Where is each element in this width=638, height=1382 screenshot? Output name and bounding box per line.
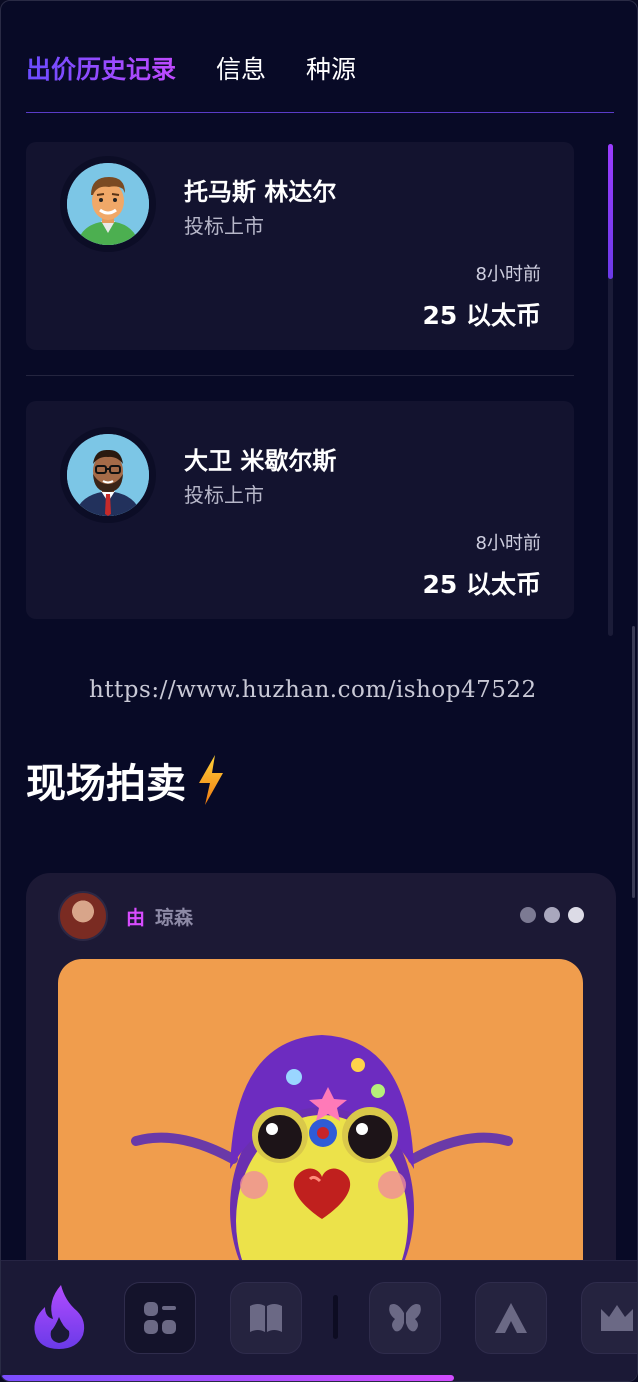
by-label: 由 [126, 907, 146, 929]
book-button[interactable] [230, 1282, 302, 1354]
list-divider [26, 375, 574, 376]
bid-amount: 25 以太币 [422, 301, 542, 330]
tab-divider [26, 112, 614, 113]
creator-name[interactable]: 琼森 [155, 903, 193, 930]
dock-separator [333, 1295, 338, 1339]
bid-action: 投标上市 [184, 483, 264, 507]
a-triangle-button[interactable] [475, 1282, 547, 1354]
scroll-progress-bar [1, 1375, 454, 1381]
butterfly-icon [389, 1304, 421, 1332]
live-auction-heading: 现场拍卖 [26, 751, 226, 809]
dashboard-icon [144, 1302, 176, 1334]
crown-button[interactable] [581, 1282, 637, 1354]
more-options-icon[interactable] [520, 907, 584, 923]
bidder-name: 大卫 米歇尔斯 [184, 447, 337, 475]
tab-provenance[interactable]: 种源 [306, 53, 356, 87]
app-frame: 出价历史记录 信息 种源 托马斯 林达尔 投标上市 8小时前 25 以太币 大卫… [0, 0, 638, 1382]
live-auction-title: 现场拍卖 [26, 761, 186, 807]
dot [568, 907, 584, 923]
detail-tabs: 出价历史记录 信息 种源 [26, 53, 356, 87]
man-orange-shirt-avatar-icon [67, 163, 149, 245]
creator-avatar[interactable] [58, 891, 108, 941]
a-triangle-icon [495, 1303, 527, 1333]
tab-bid-history[interactable]: 出价历史记录 [26, 53, 176, 87]
dot [520, 907, 536, 923]
dot [544, 907, 560, 923]
flame-logo-icon[interactable] [31, 1283, 87, 1351]
bid-card[interactable]: 托马斯 林达尔 投标上市 8小时前 25 以太币 [26, 142, 574, 350]
dashboard-button[interactable] [124, 1282, 196, 1354]
bidder-name: 托马斯 林达尔 [184, 178, 337, 206]
man-suit-glasses-avatar-icon [67, 434, 149, 516]
watermark-url: https://www.huzhan.com/ishop47522 [89, 677, 537, 703]
bid-card[interactable]: 大卫 米歇尔斯 投标上市 8小时前 25 以太币 [26, 401, 574, 619]
crown-icon [601, 1305, 633, 1331]
page-scrollbar-thumb[interactable] [632, 626, 635, 898]
bid-action: 投标上市 [184, 214, 264, 238]
tab-info[interactable]: 信息 [216, 53, 266, 87]
bid-amount: 25 以太币 [422, 570, 542, 599]
bid-time: 8小时前 [475, 264, 541, 285]
lightning-bolt-icon [199, 755, 223, 805]
butterfly-button[interactable] [369, 1282, 441, 1354]
book-icon [250, 1304, 282, 1332]
bid-time: 8小时前 [475, 533, 541, 554]
list-scrollbar-thumb[interactable] [608, 144, 613, 279]
bidder-avatar[interactable] [60, 156, 156, 252]
bidder-avatar[interactable] [60, 427, 156, 523]
